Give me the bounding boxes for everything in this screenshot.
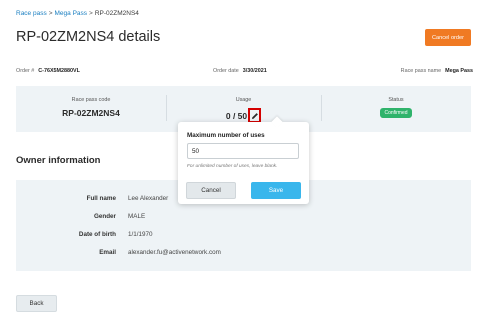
breadcrumb-race-pass[interactable]: Race pass — [16, 10, 47, 17]
race-pass-name-value: Mega Pass — [445, 68, 473, 74]
status-badge: Confirmed — [380, 108, 412, 118]
max-uses-input[interactable] — [187, 143, 299, 159]
status-label: Status — [388, 97, 404, 103]
breadcrumb-separator: > — [89, 10, 93, 17]
order-date-value: 3/30/2021 — [242, 68, 267, 74]
email-label: Email — [99, 249, 116, 256]
date-of-birth-value: 1/1/1970 — [128, 231, 153, 238]
max-uses-popover: Maximum number of uses For unlimited num… — [178, 116, 309, 204]
order-number-label: Order # — [16, 68, 35, 74]
order-date: Order date 3/30/2021 — [213, 68, 267, 74]
race-pass-name: Race pass name Mega Pass — [401, 68, 473, 74]
order-number: Order # C-76X5M2880VL — [16, 68, 80, 74]
race-pass-name-label: Race pass name — [400, 68, 442, 74]
gender-value: MALE — [128, 213, 146, 220]
date-of-birth-label: Date of birth — [78, 231, 116, 238]
pencil-icon — [251, 112, 258, 119]
popover-save-button[interactable]: Save — [251, 182, 301, 199]
max-uses-hint: For unlimited number of uses, leave blan… — [187, 164, 278, 169]
breadcrumb-separator: > — [48, 10, 53, 17]
usage-value: 0 / 50 — [225, 110, 248, 121]
email-value: alexander.fu@activenetwork.com — [128, 249, 221, 256]
max-uses-label: Maximum number of uses — [187, 132, 265, 139]
breadcrumb-mega-pass[interactable]: Mega Pass — [55, 10, 88, 17]
race-pass-code-value: RP-02ZM2NS4 — [62, 108, 120, 118]
order-number-value: C-76X5M2880VL — [38, 68, 80, 74]
full-name-label: Full name — [86, 195, 116, 202]
breadcrumb-current: RP-02ZM2NS4 — [94, 10, 139, 17]
race-pass-code-label: Race pass code — [71, 97, 111, 103]
status-column: Status Confirmed — [321, 86, 471, 132]
gender-label: Gender — [93, 213, 116, 220]
edit-usage-button[interactable] — [248, 108, 262, 123]
back-button[interactable]: Back — [16, 295, 57, 312]
usage-line: 0 / 50 — [225, 108, 262, 123]
race-pass-code-column: Race pass code RP-02ZM2NS4 — [16, 86, 166, 132]
page-title: RP-02ZM2NS4 details — [16, 29, 161, 45]
cancel-order-button[interactable]: Cancel order — [425, 29, 471, 46]
popover-cancel-button[interactable]: Cancel — [186, 182, 236, 199]
breadcrumb: Race pass > Mega Pass > RP-02ZM2NS4 — [16, 10, 139, 17]
full-name-value: Lee Alexander — [128, 195, 169, 202]
owner-information-title: Owner information — [16, 155, 101, 166]
order-date-label: Order date — [213, 68, 239, 74]
usage-label: Usage — [235, 97, 252, 103]
